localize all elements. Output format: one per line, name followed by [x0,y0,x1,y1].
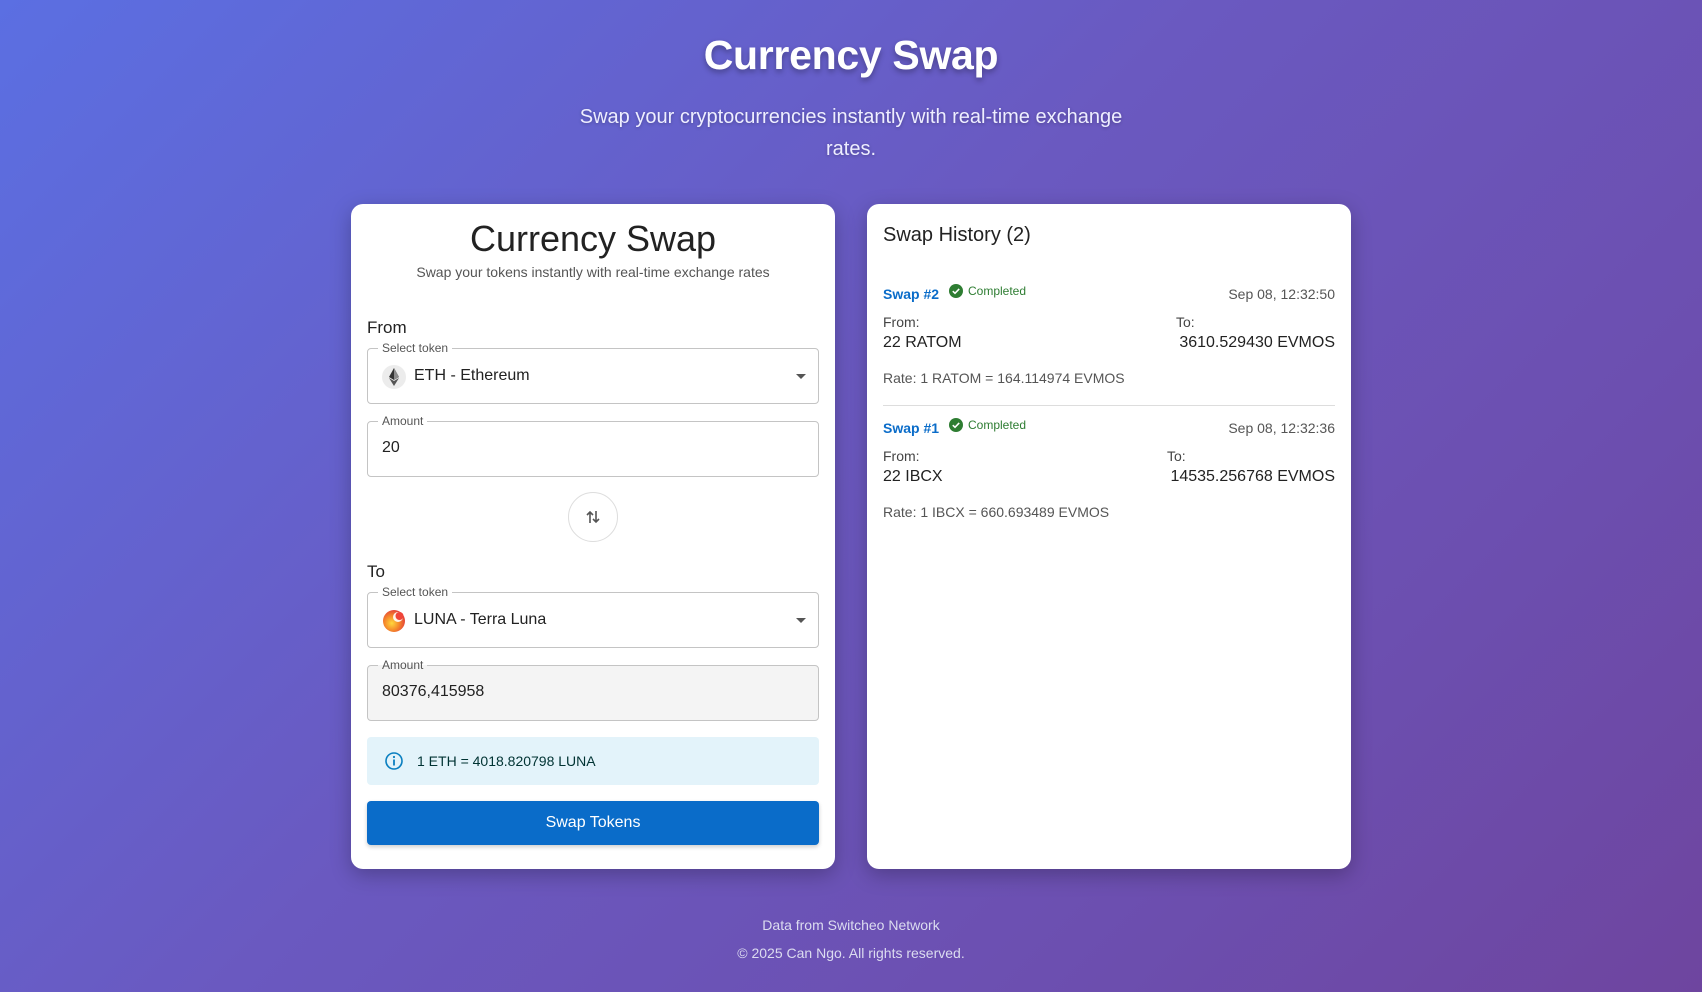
history-item: Swap #1 Completed Sep 08, 12:32:36 From:… [883,418,1335,528]
check-circle-icon [949,284,963,298]
from-label: From: [883,448,920,464]
to-section-label: To [367,562,385,581]
to-value: 14535.256768 EVMOS [1170,468,1335,485]
exchange-rate-text: 1 ETH = 4018.820798 LUNA [417,753,596,769]
swap-rate: Rate: 1 IBCX = 660.693489 EVMOS [883,504,1110,520]
footer-copyright: © 2025 Can Ngo. All rights reserved. [737,945,965,961]
terra-luna-icon [382,609,406,633]
status-badge: Completed [949,418,1026,432]
chevron-down-icon [796,374,806,379]
to-token-legend: Select token [378,584,453,600]
check-circle-icon [949,418,963,432]
to-label: To: [1176,314,1195,330]
to-amount-legend: Amount [378,657,428,673]
to-amount-input[interactable]: Amount 80376,415958 [367,657,819,721]
swap-history-card: Swap History (2) Swap #2 Completed Sep 0… [867,204,1351,869]
status-badge: Completed [949,284,1026,298]
status-text: Completed [968,418,1027,432]
info-icon [385,752,403,770]
swap-id: Swap #2 [883,286,940,302]
page-title: Currency Swap [703,32,999,78]
swap-rate: Rate: 1 RATOM = 164.114974 EVMOS [883,370,1125,386]
history-item: Swap #2 Completed Sep 08, 12:32:50 From:… [883,284,1335,406]
from-amount-input[interactable]: Amount 20 [367,413,819,477]
page-header: Currency Swap Swap your cryptocurrencies… [0,32,1702,165]
exchange-rate-info: 1 ETH = 4018.820798 LUNA [367,737,819,785]
from-token-name: ETH - Ethereum [414,367,530,384]
swap-form-card: Currency Swap Swap your tokens instantly… [351,204,835,869]
swap-timestamp: Sep 08, 12:32:50 [1228,286,1335,302]
ethereum-icon [382,365,406,389]
swap-form-subtitle: Swap your tokens instantly with real-tim… [416,264,770,280]
page-subtitle: Swap your cryptocurrencies instantly wit… [579,106,1123,160]
from-token-legend: Select token [378,340,453,356]
swap-tokens-button[interactable]: Swap Tokens [367,801,819,845]
to-token-select[interactable]: Select token LUNA - Terra Luna [367,584,819,648]
from-token-select[interactable]: Select token ETH - Ethereum [367,340,819,404]
to-value: 3610.529430 EVMOS [1179,334,1335,351]
swap-form-title: Currency Swap [469,218,717,259]
status-text: Completed [968,284,1027,298]
swap-id: Swap #1 [883,420,940,436]
swap-timestamp: Sep 08, 12:32:36 [1228,420,1335,436]
from-value: 22 IBCX [883,468,943,485]
swap-direction-button[interactable] [568,492,618,542]
to-token-name: LUNA - Terra Luna [414,611,547,628]
chevron-down-icon [796,618,806,623]
swap-vertical-icon [586,510,600,524]
to-label: To: [1167,448,1186,464]
from-amount-value: 20 [382,439,400,456]
from-value: 22 RATOM [883,334,962,351]
to-amount-value: 80376,415958 [382,683,485,700]
footer-source: Data from Switcheo Network [762,917,940,933]
from-label: From: [883,314,920,330]
from-amount-legend: Amount [378,413,428,429]
from-section-label: From [367,318,407,337]
swap-history-title: Swap History (2) [883,224,1031,246]
